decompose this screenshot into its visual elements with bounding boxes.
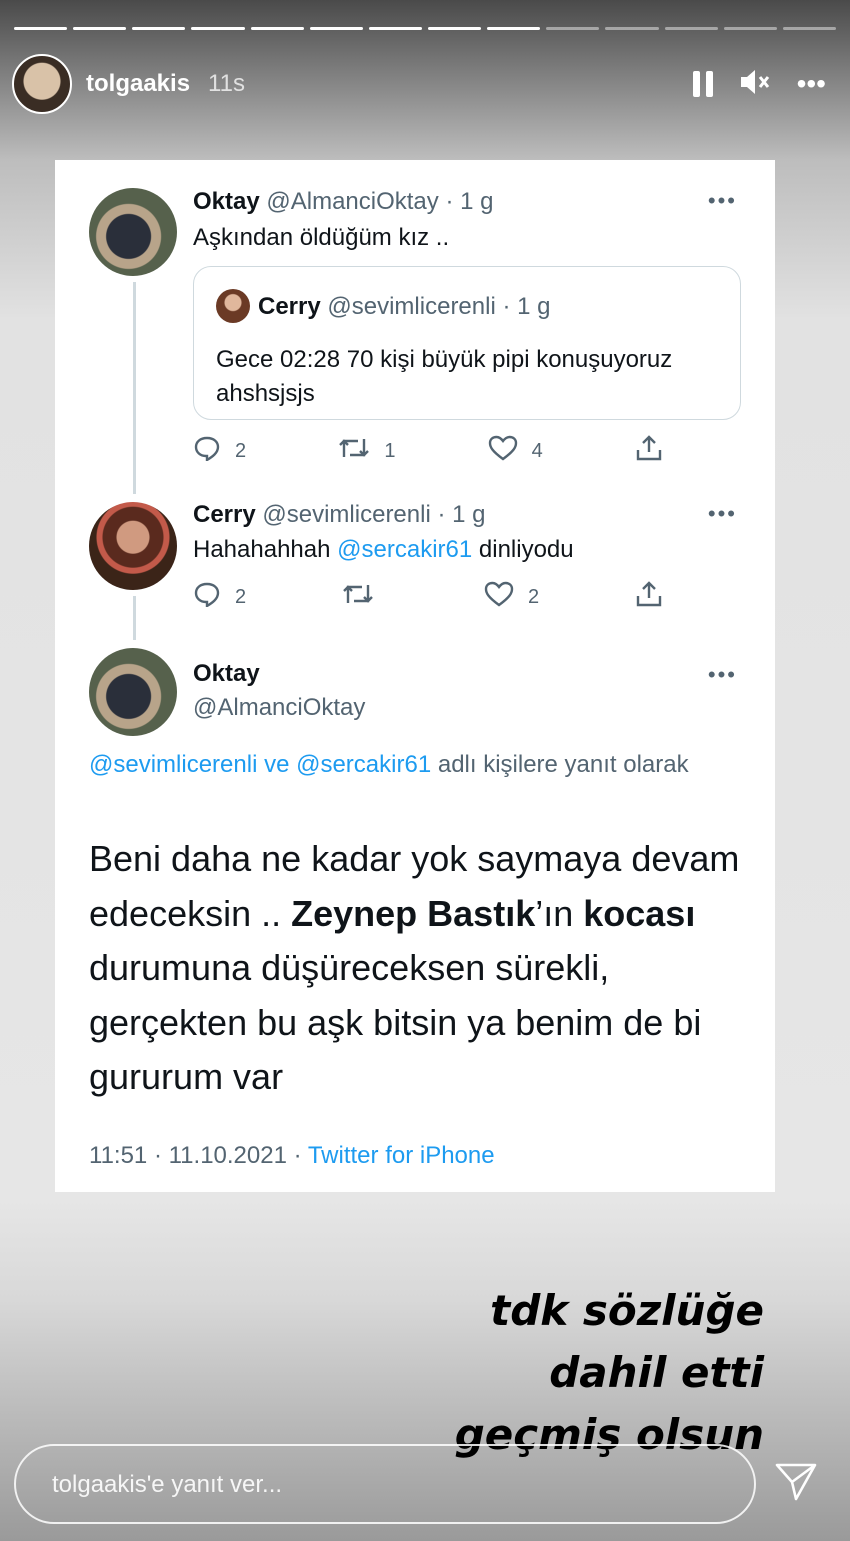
share-action [635,580,663,615]
caption-line: dahil etti [549,1348,764,1397]
more-icon: ••• [707,188,737,213]
tweet-header: Cerry @sevimlicerenli · 1 g [193,501,485,529]
progress-segment [191,27,245,30]
share-icon [635,580,663,615]
tweet-header: Oktay @AlmanciOktay · 1 g [193,188,493,216]
progress-segment [546,27,600,30]
avatar [89,648,177,736]
tweet-meta: 11:51 · 11.10.2021 · Twitter for iPhone [89,1142,495,1170]
thread-line [133,596,136,640]
main-text-bold: kocası [583,892,696,934]
tweet-actions: 2 2 [193,580,663,615]
story-caption: tdk sözlüğe dahil etti geçmiş olsun [455,1280,764,1466]
like-count: 2 [527,586,540,608]
replying-to: @sevimlicerenli ve @sercakir61 adlı kişi… [89,746,709,784]
progress-segment [309,27,363,30]
reply-action: 2 [193,581,246,614]
progress-segment [14,27,68,30]
reply-conjunction: ve [257,751,297,778]
retweet-icon [338,435,370,468]
tweet-source: Twitter for iPhone [307,1142,495,1169]
progress-segment [664,27,718,30]
more-options-button[interactable]: ••• [797,70,826,98]
tweet-handle: @AlmanciOktay · 1 g [266,188,494,215]
reply-action: 2 [193,435,246,468]
tweet-text: Aşkından öldüğüm kız .. [193,224,450,251]
tweet-text-part: dinliyodu [472,536,574,563]
main-text-part: ’ın [535,892,584,934]
avatar [216,289,250,323]
tweet-screenshot: Oktay @AlmanciOktay · 1 g ••• Aşkından ö… [55,160,775,1192]
progress-segment [427,27,482,30]
progress-segment [487,27,541,30]
like-action: 4 [488,435,543,468]
tweet-author-name: Oktay [193,188,260,215]
mention-link: @sercakir61 [337,536,473,563]
reply-suffix: adlı kişilere yanıt olarak [431,751,689,778]
reply-count: 2 [235,586,247,608]
avatar [89,188,177,276]
tweet-handle: @sevimlicerenli · 1 g [262,501,486,528]
heart-icon [488,435,518,468]
quoted-author-name: Cerry [258,293,321,320]
progress-segment [782,27,836,30]
retweet-action [342,581,388,614]
send-icon[interactable] [766,1452,826,1512]
progress-segment [605,27,659,30]
reply-bar [14,1444,756,1524]
tweet-author-name: Cerry [193,501,256,528]
retweet-icon [342,581,374,614]
tweet-text: Hahahahhah @sercakir61 dinliyodu [193,536,574,564]
avatar [89,502,177,590]
avatar[interactable] [12,54,72,114]
progress-segment [723,27,777,30]
more-icon: ••• [707,662,737,687]
story-time: 11s [208,70,245,97]
tweet-text-part: Hahahahhah [193,536,338,563]
reply-count: 2 [235,440,247,462]
like-count: 4 [531,440,543,462]
tweet-timestamp: 11:51 · 11.10.2021 · [89,1142,308,1169]
mention-link: @sevimlicerenli [89,751,258,778]
mention-link: @sercakir61 [296,751,432,778]
main-text-part: durumuna düşüreceksen sürekli, gerçekten… [89,947,702,1097]
main-tweet-handle: @AlmanciOktay [193,694,366,721]
share-action [635,434,663,469]
like-action: 2 [484,581,539,614]
quoted-tweet-header: Cerry @sevimlicerenli · 1 g [258,293,550,321]
caption-line: tdk sözlüğe [490,1286,764,1335]
progress-segment [132,27,186,30]
more-icon: ••• [707,501,737,526]
reply-input[interactable] [52,1466,712,1504]
progress-segment [73,27,127,30]
story-username[interactable]: tolgaakis [86,70,190,98]
tweet-actions: 2 1 4 [193,434,663,469]
story-controls: ••• [692,68,826,101]
reply-icon [193,435,221,468]
retweet-count: 1 [384,440,396,462]
progress-segment [250,27,304,30]
retweet-action: 1 [338,435,395,468]
main-text-bold: Zeynep Bastık [291,892,536,934]
reply-icon [193,581,221,614]
quoted-tweet-text: Gece 02:28 70 kişi büyük pipi konuşuyoru… [216,346,673,407]
story-progress [14,27,836,30]
share-icon [635,434,663,469]
heart-icon [484,581,514,614]
main-tweet-text: Beni daha ne kadar yok saymaya devam ede… [89,832,759,1105]
story-header: tolgaakis 11s ••• [12,54,838,114]
main-tweet-author-name: Oktay [193,660,260,687]
progress-segment [368,27,422,30]
mute-icon[interactable] [739,68,771,101]
pause-icon[interactable] [692,71,713,97]
quoted-handle: @sevimlicerenli · 1 g [327,293,551,320]
thread-line [133,282,136,494]
quoted-tweet: Cerry @sevimlicerenli · 1 g Gece 02:28 7… [193,266,741,420]
